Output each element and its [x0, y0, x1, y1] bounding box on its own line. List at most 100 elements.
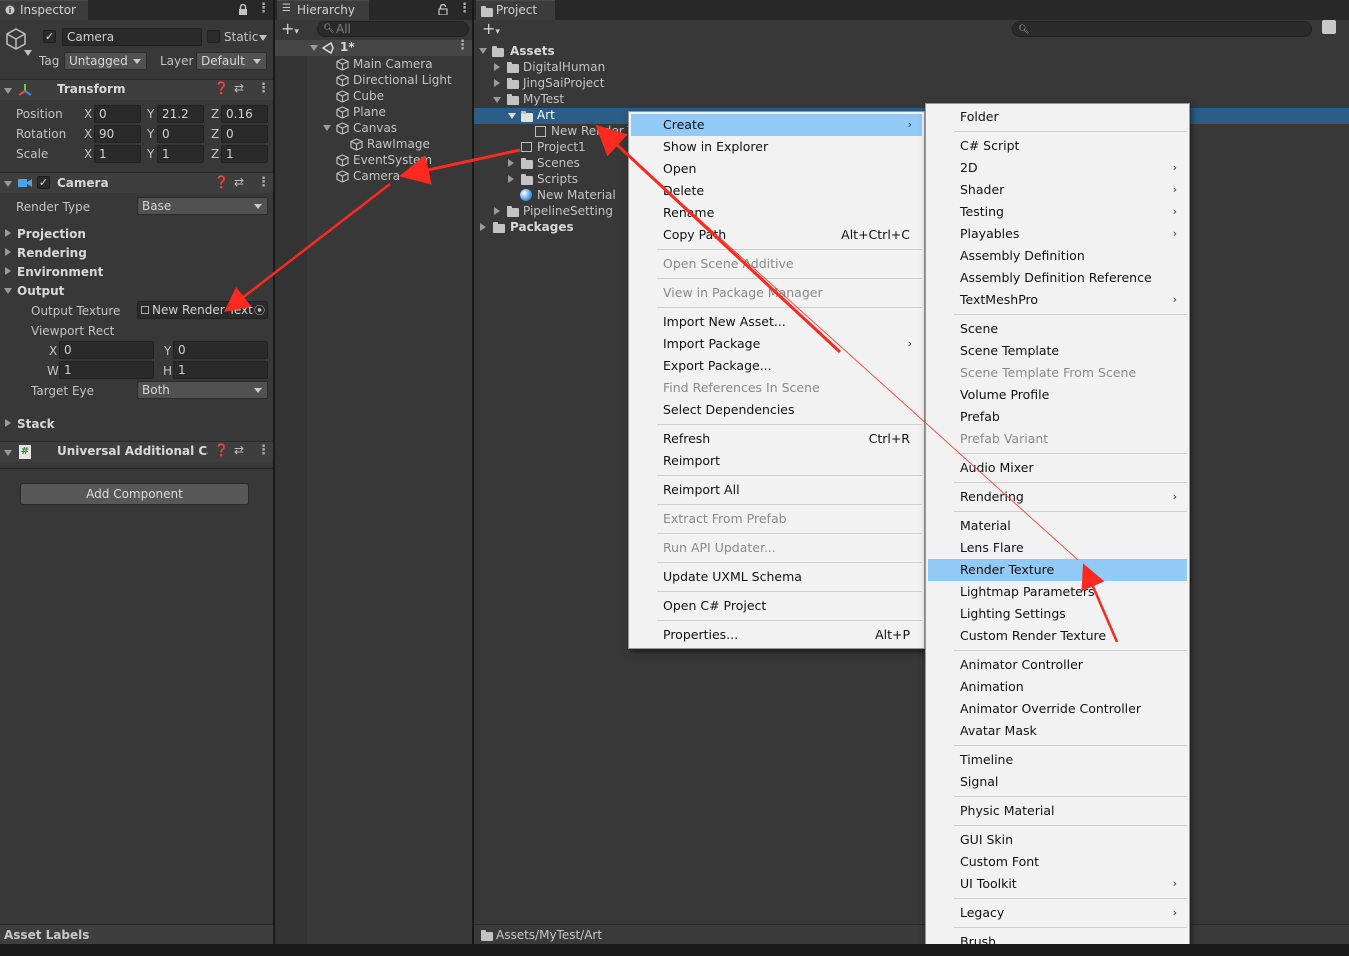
create-menu-item-26[interactable]: Avatar Mask [928, 720, 1187, 742]
hierarchy-search-input[interactable]: 🔍︎ All [317, 21, 469, 37]
create-menu-item-2[interactable]: 2D › [928, 157, 1187, 179]
context-menu-item-2[interactable]: Open [631, 158, 922, 180]
vp-y-label[interactable]: Y [164, 344, 171, 358]
foldout-icon[interactable] [493, 97, 501, 103]
foldout-icon[interactable] [4, 288, 12, 294]
hierarchy-item-camera[interactable]: Camera [353, 169, 400, 183]
create-menu-item-16[interactable]: Rendering › [928, 486, 1187, 508]
create-menu-item-20[interactable]: Lightmap Parameters [928, 581, 1187, 603]
context-menu-item-19[interactable]: Open C# Project [631, 595, 922, 617]
hierarchy-item-rawimage[interactable]: RawImage [367, 137, 430, 151]
kebab-menu-icon[interactable]: ⋮ [257, 1, 270, 16]
projection-foldout[interactable]: Projection [17, 227, 86, 241]
create-menu-item-0[interactable]: Folder [928, 106, 1187, 128]
vp-h-field[interactable]: 1 [173, 361, 268, 379]
create-menu-item-24[interactable]: Animation [928, 676, 1187, 698]
context-menu-item-10[interactable]: Export Package... [631, 355, 922, 377]
create-menu-item-17[interactable]: Material [928, 515, 1187, 537]
hierarchy-item-eventsystem[interactable]: EventSystem [353, 153, 432, 167]
create-menu-item-33[interactable]: Legacy › [928, 902, 1187, 924]
create-menu-item-10[interactable]: Scene Template [928, 340, 1187, 362]
context-menu-item-1[interactable]: Show in Explorer [631, 136, 922, 158]
create-menu-item-19[interactable]: Render Texture [928, 559, 1187, 581]
create-menu-item-8[interactable]: TextMeshPro › [928, 289, 1187, 311]
create-plus-button[interactable]: +▾ [281, 19, 299, 38]
static-dropdown-caret[interactable] [259, 35, 267, 41]
tree-assets[interactable]: Assets [510, 44, 555, 58]
help-icon[interactable]: ❓ [214, 175, 229, 189]
lock-icon[interactable] [438, 4, 448, 15]
scl-y-field[interactable]: 1 [157, 145, 204, 163]
create-menu-item-31[interactable]: Custom Font [928, 851, 1187, 873]
create-menu-item-25[interactable]: Animator Override Controller [928, 698, 1187, 720]
create-menu-item-1[interactable]: C# Script [928, 135, 1187, 157]
rot-z-field[interactable]: 0 [221, 125, 268, 143]
tree-pipelinesetting[interactable]: PipelineSetting [523, 204, 613, 218]
lock-icon[interactable] [238, 4, 248, 15]
context-menu-item-4[interactable]: Rename [631, 202, 922, 224]
camera-component-header[interactable]: ✓ Camera ❓ ⇄ ⋮ [0, 172, 273, 193]
static-checkbox[interactable] [207, 30, 220, 43]
vp-h-label[interactable]: H [163, 364, 172, 378]
add-component-button[interactable]: Add Component [20, 483, 249, 505]
tree-mytest[interactable]: MyTest [523, 92, 564, 106]
hierarchy-item-main-camera[interactable]: Main Camera [353, 57, 433, 71]
context-menu-item-12[interactable]: Select Dependencies [631, 399, 922, 421]
object-picker-icon[interactable]: ⦿ [254, 302, 265, 318]
component-menu-icon[interactable]: ⋮ [257, 443, 270, 458]
create-menu-item-23[interactable]: Animator Controller [928, 654, 1187, 676]
hierarchy-item-plane[interactable]: Plane [353, 105, 386, 119]
create-menu-item-32[interactable]: UI Toolkit › [928, 873, 1187, 895]
layer-dropdown[interactable]: Default [196, 52, 267, 70]
pos-x-field[interactable]: 0 [94, 105, 141, 123]
foldout-icon[interactable] [323, 125, 331, 131]
context-menu-item-3[interactable]: Delete [631, 180, 922, 202]
kebab-menu-icon[interactable]: ⋮ [458, 1, 471, 16]
universal-camera-header[interactable]: # Universal Additional Came ❓ ⇄ ⋮ [0, 441, 273, 462]
context-menu-item-14[interactable]: Reimport [631, 450, 922, 472]
tree-packages[interactable]: Packages [510, 220, 574, 234]
create-menu-item-4[interactable]: Testing › [928, 201, 1187, 223]
help-icon[interactable]: ❓ [214, 443, 229, 457]
pos-y-label[interactable]: Y [147, 107, 154, 121]
scl-z-field[interactable]: 1 [221, 145, 268, 163]
environment-foldout[interactable]: Environment [17, 265, 103, 279]
context-menu-item-8[interactable]: Import New Asset... [631, 311, 922, 333]
create-menu-item-18[interactable]: Lens Flare [928, 537, 1187, 559]
tree-scripts[interactable]: Scripts [537, 172, 578, 186]
pos-z-label[interactable]: Z [211, 107, 219, 121]
rot-z-label[interactable]: Z [211, 127, 219, 141]
tab-inspector[interactable]: Inspector [0, 0, 88, 20]
presets-icon[interactable]: ⇄ [234, 175, 244, 189]
context-menu-item-0[interactable]: Create › [631, 114, 922, 136]
create-menu-item-12[interactable]: Volume Profile [928, 384, 1187, 406]
scl-y-label[interactable]: Y [147, 147, 154, 161]
create-menu-item-7[interactable]: Assembly Definition Reference [928, 267, 1187, 289]
create-menu-item-5[interactable]: Playables › [928, 223, 1187, 245]
create-menu-item-28[interactable]: Signal [928, 771, 1187, 793]
foldout-icon[interactable] [508, 159, 514, 167]
create-menu-item-21[interactable]: Lighting Settings [928, 603, 1187, 625]
scl-x-label[interactable]: X [84, 147, 92, 161]
scl-z-label[interactable]: Z [211, 147, 219, 161]
vp-x-field[interactable]: 0 [59, 341, 154, 359]
tree-jingsaiproject[interactable]: JingSaiProject [523, 76, 604, 90]
render-type-dropdown[interactable]: Base [137, 197, 268, 215]
pos-z-field[interactable]: 0.16 [221, 105, 268, 123]
tree-digitalhuman[interactable]: DigitalHuman [523, 60, 605, 74]
create-menu-item-15[interactable]: Audio Mixer [928, 457, 1187, 479]
hierarchy-item-directional-light[interactable]: Directional Light [353, 73, 452, 87]
rendering-foldout[interactable]: Rendering [17, 246, 87, 260]
stack-foldout[interactable]: Stack [17, 417, 55, 431]
foldout-icon[interactable] [5, 267, 11, 275]
scl-x-field[interactable]: 1 [94, 145, 141, 163]
foldout-icon[interactable] [494, 63, 500, 71]
foldout-icon[interactable] [5, 229, 11, 237]
help-icon[interactable]: ❓ [214, 81, 229, 95]
active-checkbox[interactable]: ✓ [43, 30, 56, 43]
rot-x-field[interactable]: 90 [94, 125, 141, 143]
vp-x-label[interactable]: X [49, 344, 57, 358]
tab-hierarchy[interactable]: ☰ Hierarchy [277, 0, 369, 20]
create-menu-item-3[interactable]: Shader › [928, 179, 1187, 201]
vp-w-label[interactable]: W [47, 364, 59, 378]
